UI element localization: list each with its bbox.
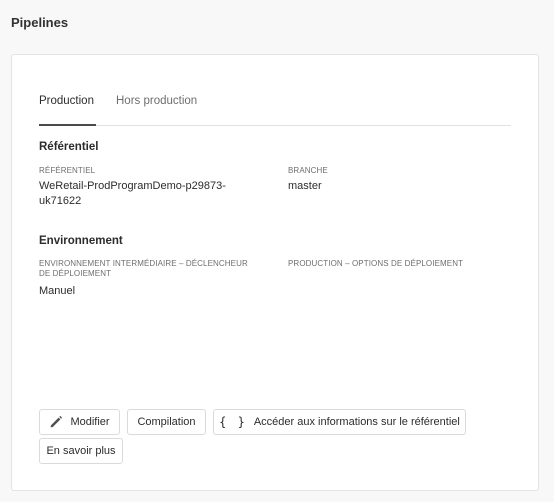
- repo-info-label: Accéder aux informations sur le référent…: [253, 416, 460, 428]
- environnement-heading: Environnement: [39, 235, 123, 247]
- stage-trigger-value: Manuel: [39, 285, 76, 297]
- stage-trigger-label-line1: Environnement intermédiaire – Déclencheu…: [39, 259, 248, 268]
- active-tab-indicator: [39, 124, 96, 126]
- en-savoir-plus-button[interactable]: En savoir plus: [39, 438, 123, 464]
- repo-value: WeRetail-ProdProgramDemo-p29873- uk71622: [39, 179, 226, 209]
- branch-label: Branche: [288, 166, 328, 175]
- compilation-label: Compilation: [137, 416, 196, 428]
- referentiel-heading: Référentiel: [39, 141, 99, 153]
- pencil-icon: [49, 415, 63, 429]
- page-title: Pipelines: [11, 15, 69, 30]
- tab-hors-production[interactable]: Hors production: [116, 95, 216, 125]
- prod-deploy-options-label: Production – Options de déploiement: [288, 259, 464, 268]
- repo-value-line1: WeRetail-ProdProgramDemo-p29873-: [39, 180, 226, 192]
- tab-hors-production-label: Hors production: [116, 95, 198, 107]
- modifier-button[interactable]: Modifier: [39, 409, 120, 435]
- pipeline-tabs: Production Hors production: [39, 95, 511, 126]
- repo-value-line2: uk71622: [39, 195, 82, 207]
- tab-production-label: Production: [39, 95, 94, 107]
- code-braces-icon: { }: [219, 415, 247, 429]
- en-savoir-plus-label: En savoir plus: [46, 445, 116, 457]
- stage-trigger-label: Environnement intermédiaire – Déclencheu…: [39, 259, 279, 279]
- pipeline-card: Production Hors production Référentiel R…: [11, 54, 539, 491]
- stage-trigger-label-line2: de déploiement: [39, 269, 112, 278]
- repo-label: Référentiel: [39, 166, 96, 175]
- branch-value: master: [288, 180, 322, 192]
- compilation-button[interactable]: Compilation: [127, 409, 206, 435]
- repo-info-button[interactable]: { } Accéder aux informations sur le réfé…: [213, 409, 466, 435]
- tab-production[interactable]: Production: [39, 95, 96, 126]
- modifier-label: Modifier: [70, 416, 110, 428]
